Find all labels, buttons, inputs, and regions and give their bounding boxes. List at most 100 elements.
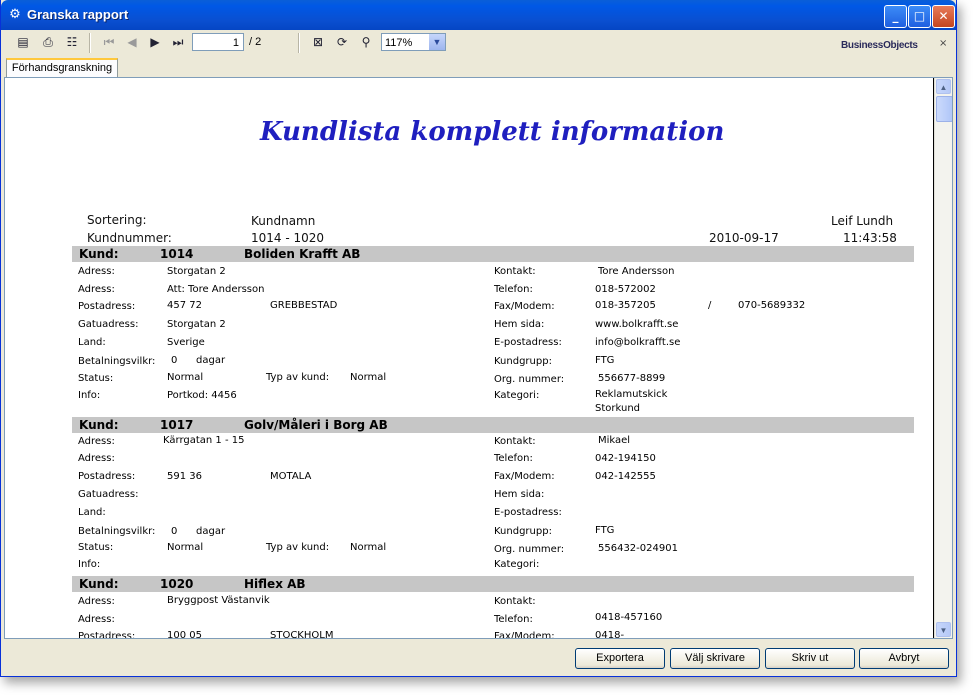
zoom-value: 117% [385,37,413,49]
field-separator: / [708,300,712,311]
tab-preview[interactable]: Förhandsgranskning [6,58,118,79]
field-value: 0 [171,526,178,537]
field-value: Storgatan 2 [167,266,226,277]
customer-name: Hiflex AB [244,577,306,591]
field-label: Postadress: [78,631,136,639]
customer-name: Golv/Måleri i Borg AB [244,418,388,432]
report-user: Leif Lundh [831,214,894,228]
customer-number: 1020 [160,577,194,591]
scroll-down-icon[interactable]: ▼ [936,622,951,637]
sort-value: Kundnamn [251,214,316,228]
kund-label: Kund: [79,247,119,261]
field-label: Adress: [78,436,115,447]
field-label: Kategori: [494,390,540,401]
chevron-down-icon[interactable]: ▼ [429,34,445,50]
field-value: info@bolkrafft.se [595,337,681,348]
report-time: 11:43:58 [843,231,897,245]
field-label: Hem sida: [494,319,545,330]
export-button[interactable]: Exportera [575,648,665,669]
field-label: Kontakt: [494,596,536,607]
report-page: Kundlista komplett information Sortering… [5,78,933,638]
field-value: Kärrgatan 1 - 15 [163,435,245,446]
field-value: Normal [350,542,387,553]
stop-icon[interactable]: ⊠ [309,33,327,51]
range-value: 1014 - 1020 [251,231,325,245]
field-unit: dagar [196,526,226,537]
field-label: Status: [78,373,114,384]
group-tree-icon[interactable]: ☷ [63,33,81,51]
customer-header-band: Kund: 1014 Boliden Krafft AB [72,246,914,262]
field-value: Storkund [595,403,641,414]
report-viewer: Kundlista komplett information Sortering… [4,77,953,639]
cancel-button[interactable]: Avbryt [859,648,949,669]
button-bar: Exportera Välj skrivare Skriv ut Avbryt [1,639,956,676]
field-label: Kundgrupp: [494,526,552,537]
export-icon[interactable]: ▤ [14,33,32,51]
close-button[interactable]: ✕ [932,5,955,28]
field-label: Info: [78,559,101,570]
field-label: Postadress: [78,301,136,312]
business-objects-logo: BusinessObjects [841,40,918,51]
field-value: FTG [595,525,615,536]
field-label: Fax/Modem: [494,631,555,639]
customer-name: Boliden Krafft AB [244,247,361,261]
field-value: 042-142555 [595,471,656,482]
field-label: Postadress: [78,471,136,482]
field-label: Status: [78,542,114,553]
page-number-input[interactable]: 1 [192,33,244,51]
field-label: Typ av kund: [266,542,330,553]
title-bar[interactable]: ⚙ Granska rapport _ □ ✕ [1,0,956,30]
refresh-icon[interactable]: ⟳ [333,33,351,51]
maximize-button[interactable]: □ [908,5,931,28]
field-label: E-postadress: [494,337,562,348]
field-label: Adress: [78,614,115,625]
search-binoculars-icon[interactable]: ⚲ [357,33,375,51]
field-value: 018-357205 [595,300,656,311]
last-page-icon[interactable]: ⏭ [169,33,187,51]
toolbar-separator [89,33,91,53]
toolbar [1,30,956,56]
zoom-select[interactable]: 117% ▼ [381,33,446,51]
close-preview-icon[interactable]: × [939,38,947,49]
kund-label: Kund: [79,418,119,432]
field-value: Sverige [167,337,205,348]
first-page-icon[interactable]: ⏮ [100,33,118,51]
field-value: Storgatan 2 [167,319,226,330]
field-value: Att: Tore Andersson [167,284,265,295]
field-label: Kontakt: [494,266,536,277]
field-value: 591 36 [167,471,202,482]
field-value: Mikael [598,435,631,446]
app-icon: ⚙ [9,7,21,22]
field-label: Betalningsvilkr: [78,356,156,367]
page-total: / 2 [249,36,262,48]
field-label: Telefon: [494,284,533,295]
field-label: Adress: [78,596,115,607]
field-label: Gatuadress: [78,319,139,330]
field-value: Bryggpost Västanvik [167,595,270,606]
print-button[interactable]: Skriv ut [765,648,855,669]
toolbar-separator [298,33,300,53]
field-value: 457 72 [167,300,202,311]
previous-page-icon[interactable]: ◀ [123,33,141,51]
field-value: 556432-024901 [598,543,678,554]
scroll-up-icon[interactable]: ▲ [936,79,951,94]
vertical-scrollbar[interactable]: ▲ ▼ [934,78,952,638]
field-label: Fax/Modem: [494,471,555,482]
field-label: Land: [78,337,106,348]
field-label: Kontakt: [494,436,536,447]
field-label: Telefon: [494,453,533,464]
field-value: Tore Andersson [598,266,675,277]
customer-header-band: Kund: 1020 Hiflex AB [72,576,914,592]
field-value: 100 05 [167,630,202,639]
field-label: Telefon: [494,614,533,625]
choose-printer-button[interactable]: Välj skrivare [670,648,760,669]
print-icon[interactable]: ⎙ [39,33,57,51]
field-label: Adress: [78,453,115,464]
field-label: Land: [78,507,106,518]
field-value: 556677-8899 [598,373,666,384]
field-value: www.bolkrafft.se [595,319,679,330]
field-label: Kategori: [494,559,540,570]
scroll-thumb[interactable] [936,96,952,122]
next-page-icon[interactable]: ▶ [146,33,164,51]
minimize-button[interactable]: _ [884,5,907,28]
